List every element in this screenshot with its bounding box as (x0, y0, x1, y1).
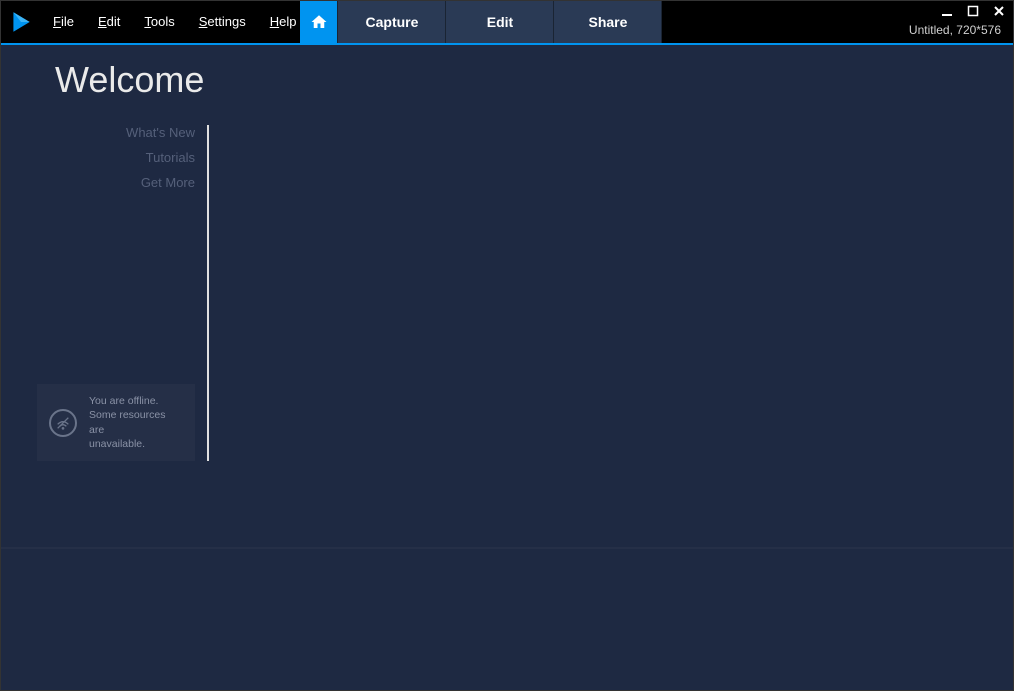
page-title: Welcome (55, 59, 1013, 101)
project-status: Untitled, 720*576 (909, 23, 1001, 37)
maximize-button[interactable] (965, 3, 981, 19)
tab-share[interactable]: Share (554, 1, 662, 43)
play-logo-icon (8, 9, 34, 35)
menu-settings[interactable]: Settings (187, 1, 258, 43)
close-icon (993, 5, 1005, 17)
close-button[interactable] (991, 3, 1007, 19)
menu-edit[interactable]: Edit (86, 1, 132, 43)
minimize-icon (941, 5, 953, 17)
titlebar: File Edit Tools Settings Help Capture Ed… (1, 1, 1013, 43)
tab-home[interactable] (300, 1, 338, 43)
content-divider (1, 547, 1013, 549)
tab-capture[interactable]: Capture (338, 1, 446, 43)
sidebar-item-get-more[interactable]: Get More (141, 175, 195, 190)
app-logo[interactable] (1, 1, 41, 43)
main-row: What's New Tutorials Get More Y (1, 125, 1013, 461)
menu-file[interactable]: File (41, 1, 86, 43)
maximize-icon (967, 5, 979, 17)
minimize-button[interactable] (939, 3, 955, 19)
app-window: File Edit Tools Settings Help Capture Ed… (0, 0, 1014, 691)
sidebar-item-tutorials[interactable]: Tutorials (146, 150, 195, 165)
tab-edit[interactable]: Edit (446, 1, 554, 43)
sidebar-links: What's New Tutorials Get More (1, 125, 207, 190)
welcome-sidebar: What's New Tutorials Get More Y (1, 125, 209, 461)
menu-tools[interactable]: Tools (132, 1, 186, 43)
main-tabs: Capture Edit Share (300, 1, 662, 43)
offline-text: You are offline. Some resources are unav… (89, 394, 183, 451)
offline-icon (49, 409, 77, 437)
home-icon (310, 13, 328, 31)
window-controls (939, 3, 1007, 19)
sidebar-item-whats-new[interactable]: What's New (126, 125, 195, 140)
offline-notice: You are offline. Some resources are unav… (37, 384, 195, 461)
menubar: File Edit Tools Settings Help (41, 1, 308, 43)
content-area: Welcome What's New Tutorials Get More (1, 45, 1013, 690)
